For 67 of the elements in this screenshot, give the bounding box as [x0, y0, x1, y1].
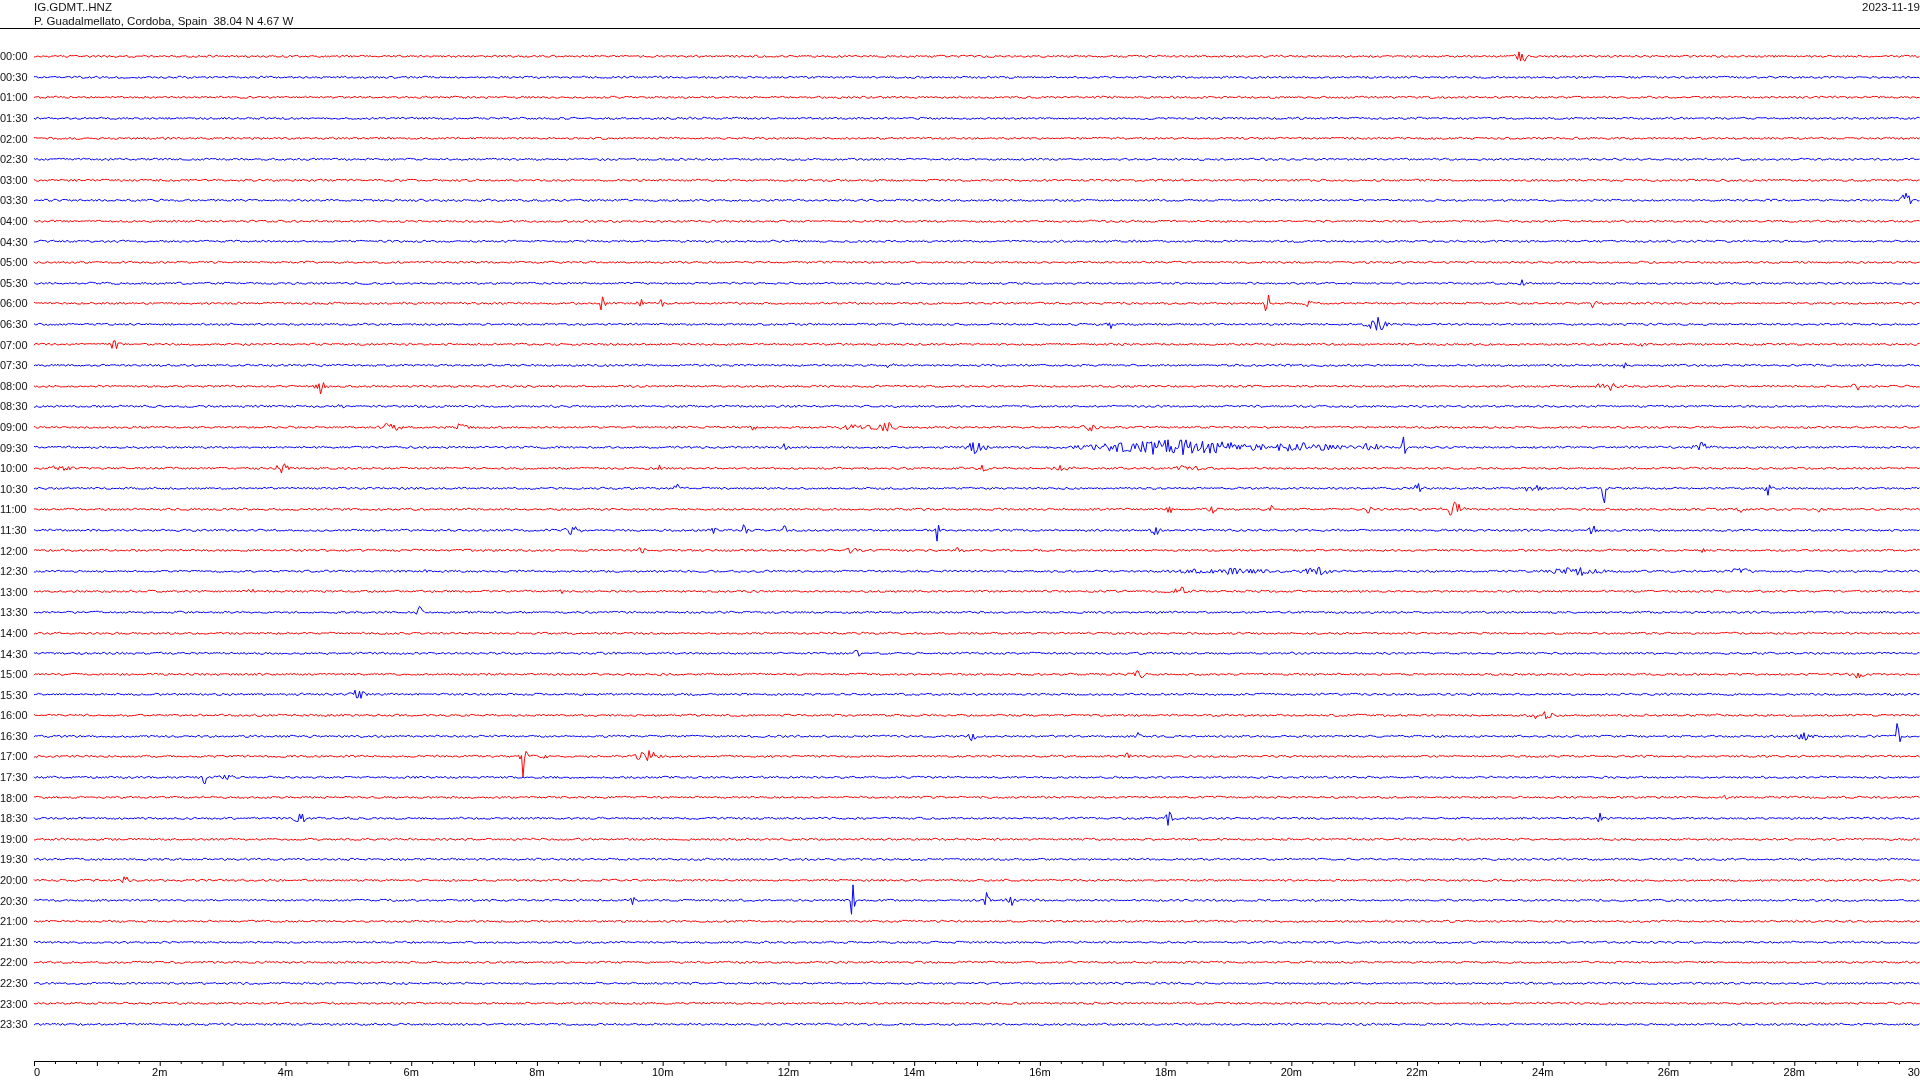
axis-label: 26m — [1657, 1065, 1680, 1078]
time-label: 13:30 — [0, 606, 29, 619]
station-location: P. Guadalmellato, Cordoba, Spain 38.04 N 4.67 W — [34, 14, 295, 28]
time-label: 18:00 — [0, 791, 29, 804]
time-label: 04:30 — [0, 235, 29, 248]
time-label: 04:00 — [0, 215, 29, 228]
time-label: 09:30 — [0, 441, 29, 454]
time-label: 13:00 — [0, 585, 29, 598]
time-label: 05:30 — [0, 276, 29, 289]
time-label: 15:00 — [0, 668, 29, 681]
time-label: 06:00 — [0, 297, 29, 310]
time-label: 22:00 — [0, 956, 29, 969]
time-label: 02:30 — [0, 153, 29, 166]
time-label: 21:00 — [0, 915, 29, 928]
axis-label: 24m — [1532, 1065, 1554, 1078]
time-label: 10:30 — [0, 482, 29, 495]
time-label: 19:30 — [0, 853, 29, 866]
axis-label: 8m — [529, 1065, 545, 1078]
station-code: IG.GDMT..HNZ — [34, 0, 113, 14]
time-label: 03:00 — [0, 173, 29, 186]
axis-label: 10m — [651, 1065, 674, 1078]
axis-label: 28m — [1783, 1065, 1805, 1078]
axis-label: 18m — [1154, 1065, 1177, 1078]
time-label: 20:30 — [0, 894, 29, 907]
time-label: 06:30 — [0, 318, 29, 330]
time-label: 14:00 — [0, 626, 29, 639]
time-label: 08:30 — [0, 400, 29, 413]
axis-label: 0 — [34, 1065, 41, 1078]
time-label: 12:00 — [0, 544, 29, 557]
time-label: 15:30 — [0, 688, 29, 701]
axis-label: 12m — [777, 1065, 800, 1078]
time-label: 07:00 — [0, 338, 29, 351]
axis-label: 2m — [152, 1065, 168, 1078]
time-label: 17:30 — [0, 771, 29, 784]
time-label: 23:00 — [0, 997, 29, 1010]
time-label: 23:30 — [0, 1018, 29, 1031]
time-label: 14:30 — [0, 647, 29, 660]
time-label: 00:00 — [0, 50, 29, 63]
axis-label: 16m — [1029, 1065, 1051, 1078]
axis-label: 6m — [403, 1065, 419, 1078]
time-label: 16:00 — [0, 709, 29, 722]
time-label: 01:30 — [0, 112, 29, 125]
time-label: 18:30 — [0, 812, 29, 825]
time-label: 03:30 — [0, 194, 29, 207]
time-label: 02:00 — [0, 132, 29, 145]
time-label: 11:00 — [0, 503, 28, 516]
time-label: 17:00 — [0, 750, 29, 763]
time-label: 12:30 — [0, 565, 29, 578]
time-label: 05:00 — [0, 256, 29, 269]
axis-label: 20m — [1280, 1065, 1303, 1078]
time-label: 16:30 — [0, 729, 29, 742]
time-label: 09:00 — [0, 421, 29, 433]
time-label: 10:00 — [0, 462, 29, 475]
time-label: 01:00 — [0, 91, 29, 104]
time-label: 11:30 — [0, 523, 28, 536]
time-label: 21:30 — [0, 935, 29, 948]
time-label: 00:30 — [0, 70, 29, 83]
axis-label: 4m — [277, 1065, 294, 1078]
plot-date: 2023-11-19 — [1862, 0, 1920, 15]
time-label: 08:00 — [0, 379, 29, 392]
time-label: 07:30 — [0, 359, 29, 372]
axis-label: 14m — [903, 1065, 925, 1078]
time-label: 22:30 — [0, 977, 29, 989]
axis-label: 22m — [1406, 1065, 1428, 1078]
time-label: 20:00 — [0, 874, 29, 887]
time-label: 19:00 — [0, 832, 29, 845]
axis-label: 30 — [1907, 1065, 1920, 1078]
